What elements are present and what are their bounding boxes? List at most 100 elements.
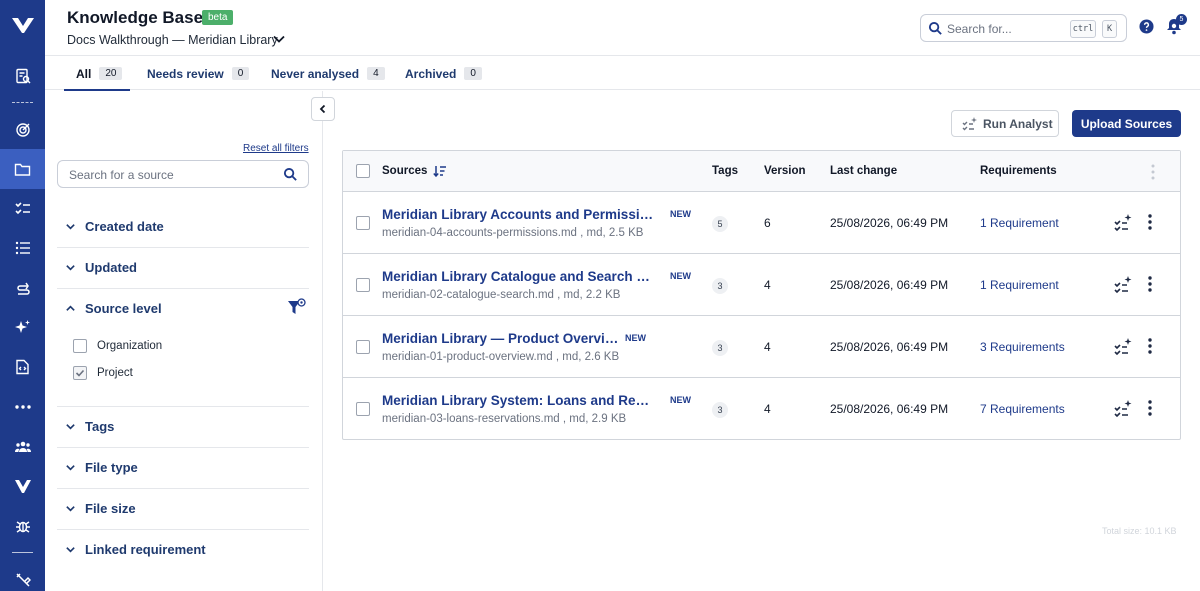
- filter-active-icon[interactable]: [287, 298, 307, 318]
- analyze-sparkle-icon[interactable]: [1113, 337, 1133, 357]
- facet-updated[interactable]: Updated: [57, 248, 309, 289]
- checkbox[interactable]: [73, 339, 87, 353]
- chevron-down-icon: [66, 465, 75, 471]
- source-name-link[interactable]: Meridian Library System: Loans and Reser…: [382, 393, 656, 408]
- row-checkbox[interactable]: [356, 278, 370, 292]
- column-sources[interactable]: Sources: [382, 165, 427, 177]
- check-icon: [75, 369, 85, 377]
- flow-icon[interactable]: [0, 268, 45, 308]
- checklist-icon[interactable]: [0, 188, 45, 228]
- tab-label: Never analysed: [271, 66, 360, 81]
- last-change: 25/08/2026, 06:49 PM: [830, 402, 949, 416]
- source-file-info: , md, 2.5 KB: [580, 227, 644, 239]
- tab-archived[interactable]: Archived 0: [405, 57, 482, 90]
- tag-count[interactable]: 3: [712, 402, 728, 418]
- table-row[interactable]: Meridian Library — Product Overview NEW …: [343, 316, 1180, 378]
- document-code-icon[interactable]: [0, 347, 45, 387]
- facet-file-size[interactable]: File size: [57, 489, 309, 530]
- source-name-link[interactable]: Meridian Library — Product Overview: [382, 331, 622, 346]
- source-meta: meridian-01-product-overview.md , md, 2.…: [382, 351, 619, 363]
- search-icon[interactable]: [283, 167, 298, 182]
- version: 4: [764, 340, 771, 354]
- analyze-sparkle-icon[interactable]: [1113, 275, 1133, 295]
- facet-file-type[interactable]: File type: [57, 448, 309, 489]
- source-name-link[interactable]: Meridian Library Catalogue and Search Fu…: [382, 269, 656, 284]
- last-change: 25/08/2026, 06:49 PM: [830, 278, 949, 292]
- requirements-link[interactable]: 1 Requirement: [980, 278, 1059, 292]
- source-file: meridian-01-product-overview.md: [382, 351, 553, 363]
- sources-table: Sources Tags Version Last change Require…: [342, 150, 1181, 440]
- help-icon[interactable]: [1139, 19, 1154, 34]
- notification-count: 5: [1176, 14, 1187, 25]
- source-search-placeholder: Search for a source: [69, 168, 174, 182]
- tools-icon[interactable]: [0, 560, 45, 591]
- logo-icon[interactable]: [0, 5, 45, 45]
- more-icon[interactable]: [0, 387, 45, 427]
- nav-rail: [0, 0, 45, 591]
- requirements-link[interactable]: 3 Requirements: [980, 340, 1065, 354]
- table-row[interactable]: Meridian Library System: Loans and Reser…: [343, 378, 1180, 440]
- report-icon[interactable]: [0, 56, 45, 96]
- requirements-link[interactable]: 1 Requirement: [980, 216, 1059, 230]
- tab-count: 0: [464, 67, 482, 80]
- table-row[interactable]: Meridian Library Accounts and Permission…: [343, 192, 1180, 254]
- collapse-panel-button[interactable]: [311, 97, 335, 121]
- shortcut-key-ctrl: ctrl: [1070, 20, 1096, 38]
- facet-created-date[interactable]: Created date: [57, 207, 309, 248]
- chevron-down-icon[interactable]: [271, 31, 287, 47]
- sort-icon[interactable]: [433, 165, 447, 177]
- chevron-down-icon: [66, 506, 75, 512]
- row-menu-icon[interactable]: [1148, 338, 1152, 354]
- source-file: meridian-03-loans-reservations.md: [382, 413, 560, 425]
- beta-badge: beta: [202, 10, 234, 25]
- facet-source-level[interactable]: Source level: [57, 289, 309, 330]
- facet-linked-requirement[interactable]: Linked requirement: [57, 530, 309, 571]
- tag-count[interactable]: 3: [712, 278, 728, 294]
- chevron-down-icon: [66, 547, 75, 553]
- project-selector-label[interactable]: Docs Walkthrough — Meridian Library: [67, 33, 278, 47]
- sparkle-icon[interactable]: [0, 307, 45, 347]
- tag-count[interactable]: 5: [712, 216, 728, 232]
- target-icon[interactable]: [0, 110, 45, 150]
- row-checkbox[interactable]: [356, 216, 370, 230]
- version: 6: [764, 216, 771, 230]
- source-search-input[interactable]: Search for a source: [57, 160, 309, 188]
- tab-never-analysed[interactable]: Never analysed 4: [271, 57, 385, 90]
- source-name-link[interactable]: Meridian Library Accounts and Permission…: [382, 207, 656, 222]
- row-menu-icon[interactable]: [1148, 214, 1152, 230]
- checkbox-checked[interactable]: [73, 366, 87, 380]
- option-project[interactable]: Project: [73, 365, 133, 381]
- folder-icon[interactable]: [0, 149, 45, 189]
- requirements-link[interactable]: 7 Requirements: [980, 402, 1065, 416]
- tab-label: All: [76, 66, 92, 81]
- tag-count[interactable]: 3: [712, 340, 728, 356]
- facet-label: Tags: [85, 419, 115, 434]
- last-change: 25/08/2026, 06:49 PM: [830, 340, 949, 354]
- bug-icon[interactable]: [0, 506, 45, 546]
- column-last-change: Last change: [830, 165, 898, 177]
- tab-needs-review[interactable]: Needs review 0: [147, 57, 250, 90]
- reset-filters-link[interactable]: Reset all filters: [243, 143, 309, 154]
- tab-all[interactable]: All 20: [63, 57, 132, 91]
- facet-tags[interactable]: Tags: [57, 407, 309, 448]
- global-search-input[interactable]: Search for... ctrl K: [920, 14, 1127, 42]
- source-meta: meridian-02-catalogue-search.md , md, 2.…: [382, 289, 620, 301]
- analyze-sparkle-icon[interactable]: [1113, 399, 1133, 419]
- select-all-checkbox[interactable]: [356, 164, 370, 178]
- table-row[interactable]: Meridian Library Catalogue and Search Fu…: [343, 254, 1180, 316]
- analyze-sparkle-icon[interactable]: [1113, 213, 1133, 233]
- facet-label: Linked requirement: [85, 542, 206, 557]
- row-checkbox[interactable]: [356, 340, 370, 354]
- run-analyst-button[interactable]: Run Analyst: [951, 110, 1059, 137]
- brand-icon[interactable]: [0, 466, 45, 506]
- list-icon[interactable]: [0, 228, 45, 268]
- row-menu-icon[interactable]: [1148, 400, 1152, 416]
- source-file-info: , md, 2.6 KB: [555, 351, 620, 363]
- row-menu-icon[interactable]: [1148, 276, 1152, 292]
- upload-sources-button[interactable]: Upload Sources: [1072, 110, 1181, 137]
- chevron-down-icon: [66, 224, 75, 230]
- option-organization[interactable]: Organization: [73, 338, 162, 354]
- row-checkbox[interactable]: [356, 402, 370, 416]
- team-icon[interactable]: [0, 427, 45, 467]
- column-options-icon[interactable]: [1151, 164, 1155, 180]
